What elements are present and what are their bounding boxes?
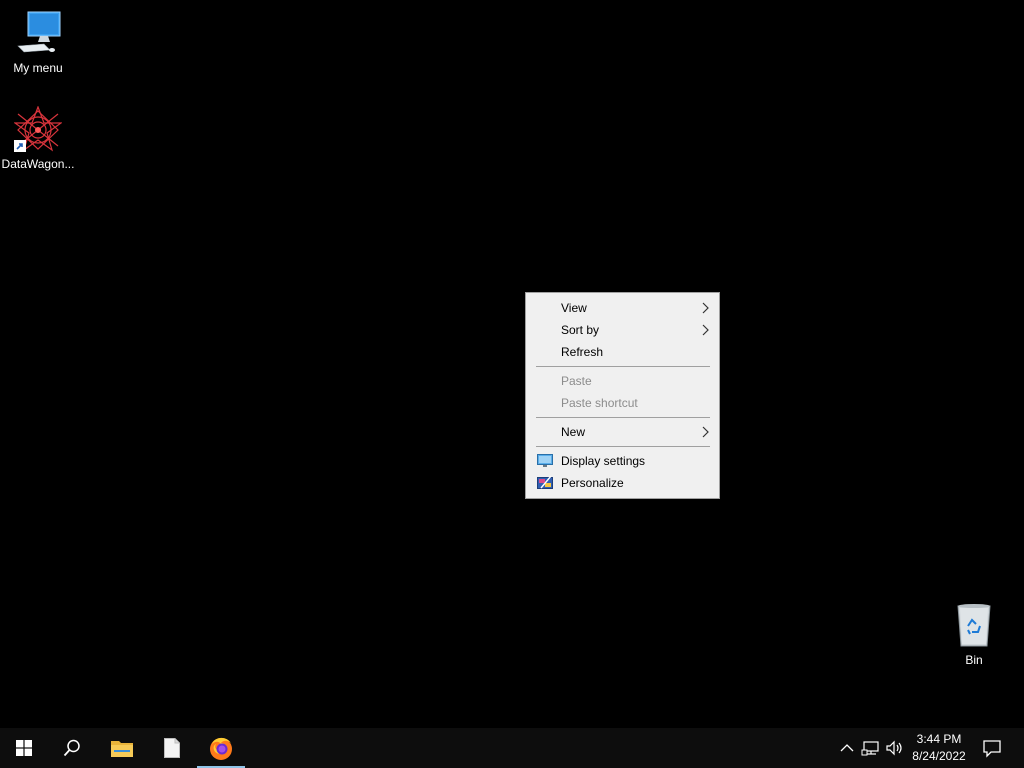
- taskbar: 3:44 PM 8/24/2022: [0, 728, 1024, 768]
- menu-item-label: Personalize: [561, 476, 624, 490]
- menu-item-display-settings[interactable]: Display settings: [527, 450, 718, 472]
- menu-item-view[interactable]: View: [527, 297, 718, 319]
- desktop-context-menu: View Sort by Refresh Paste Paste shortcu…: [525, 292, 720, 499]
- desktop-icon-label: Bin: [965, 653, 983, 667]
- menu-item-label: View: [561, 301, 587, 315]
- document-icon: [164, 738, 180, 758]
- menu-item-refresh[interactable]: Refresh: [527, 341, 718, 363]
- firefox-icon: [210, 737, 232, 760]
- file-explorer-button[interactable]: [98, 728, 146, 768]
- search-button[interactable]: [48, 728, 96, 768]
- menu-item-sort-by[interactable]: Sort by: [527, 319, 718, 341]
- firefox-button[interactable]: [197, 728, 245, 768]
- taskbar-clock[interactable]: 3:44 PM 8/24/2022: [904, 731, 974, 765]
- windows-logo-icon: [16, 740, 32, 756]
- menu-item-label: Paste shortcut: [561, 396, 638, 410]
- computer-icon: [14, 10, 62, 58]
- network-icon[interactable]: [861, 738, 881, 758]
- menu-item-label: Sort by: [561, 323, 600, 337]
- menu-item-label: Paste: [561, 374, 592, 388]
- desktop[interactable]: My menu DataWagon... Bin View Sort by Re…: [0, 0, 1024, 728]
- desktop-icon-label: My menu: [13, 61, 63, 75]
- chevron-up-icon[interactable]: [837, 738, 857, 758]
- start-button[interactable]: [0, 728, 48, 768]
- display-settings-icon: [537, 454, 553, 467]
- recycle-bin-icon: [950, 602, 998, 650]
- datawagon-shortcut-icon: [13, 105, 63, 154]
- folder-icon: [111, 741, 133, 757]
- chevron-right-icon: [702, 324, 709, 336]
- menu-separator: [536, 446, 710, 447]
- desktop-icon-my-menu[interactable]: My menu: [0, 10, 76, 75]
- notifications-icon[interactable]: [982, 738, 1002, 758]
- clock-date: 8/24/2022: [912, 749, 966, 763]
- menu-item-paste-shortcut: Paste shortcut: [527, 392, 718, 414]
- menu-item-label: Refresh: [561, 345, 604, 359]
- menu-item-label: New: [561, 425, 586, 439]
- menu-separator: [536, 417, 710, 418]
- menu-item-label: Display settings: [561, 454, 646, 468]
- menu-item-personalize[interactable]: Personalize: [527, 472, 718, 494]
- menu-separator: [536, 366, 710, 367]
- personalize-icon: [537, 476, 553, 489]
- notepad-button[interactable]: [148, 728, 196, 768]
- chevron-right-icon: [702, 302, 709, 314]
- desktop-icon-label: DataWagon...: [1, 157, 75, 171]
- volume-icon[interactable]: [885, 738, 905, 758]
- desktop-icon-datawagon[interactable]: DataWagon...: [0, 105, 76, 171]
- clock-time: 3:44 PM: [916, 732, 962, 746]
- menu-item-new[interactable]: New: [527, 421, 718, 443]
- desktop-icon-bin[interactable]: Bin: [936, 602, 1012, 667]
- search-icon: [63, 739, 80, 757]
- chevron-right-icon: [702, 426, 709, 438]
- menu-item-paste: Paste: [527, 370, 718, 392]
